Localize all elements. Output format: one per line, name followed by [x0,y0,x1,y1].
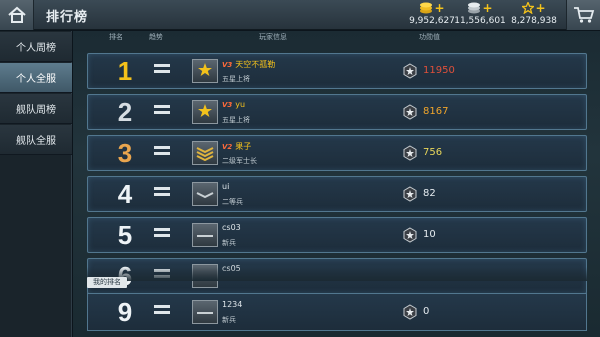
merit-icon [403,63,417,79]
merit-icon [403,304,417,320]
player-name: 1234 [222,300,243,309]
merit-icon [403,104,417,120]
trend-equal-icon [154,146,170,160]
home-icon [7,6,26,23]
my-rank-row[interactable]: 9 1234 新兵 0 [87,293,587,331]
my-rank-tag: 我的排名 [87,277,127,288]
rank-number: 3 [117,138,133,168]
rank-badge-icon [192,182,218,206]
merit-icon [403,145,417,161]
merit-value: 10 [423,229,436,240]
player-title: 二等兵 [222,198,243,206]
table-row[interactable]: 5 cs03 新兵 10 [87,217,587,253]
trend-equal-icon [154,187,170,201]
merit-value: 82 [423,188,436,199]
rank-number: 1 [117,56,133,86]
merit-value: 8167 [423,106,449,117]
rank-badge-icon [192,223,218,247]
player-title: 五星上将 [222,75,250,83]
trend-equal-icon [154,228,170,242]
merit-value: 11950 [423,65,455,76]
rank-number: 2 [117,97,133,127]
coins-icon [420,2,433,14]
silver-icon [468,2,481,14]
silver-currency: + 11,556,601 [450,1,510,29]
star-value: 8,278,938 [511,16,557,26]
page-title: 排行榜 [46,10,89,25]
trend-equal-icon [154,105,170,119]
sidebar: 个人周榜 个人全服 舰队周榜 舰队全服 [0,31,72,337]
player-name: ui [222,182,230,191]
tab-fleet-weekly[interactable]: 舰队周榜 [0,94,72,124]
vip-level: V3 [222,61,233,69]
merit-value: 0 [423,306,430,317]
column-headers: 排名 趋势 玩家信息 功勋值 [73,31,600,43]
star-currency: + 8,278,938 [504,1,564,29]
rank-badge-icon [192,300,218,324]
rank-badge-icon [192,100,218,124]
header-trend: 趋势 [149,33,163,41]
header-merit: 功勋值 [419,33,440,41]
player-title: 二级军士长 [222,157,257,165]
rank-badge-icon [192,59,218,83]
table-row[interactable]: 2 V3 yu 五星上将 8167 [87,94,587,130]
vip-level: V2 [222,143,233,151]
table-row[interactable]: 4 ui 二等兵 82 [87,176,587,212]
table-row[interactable]: 1 V3 天空不孤勒 五星上将 11950 [87,53,587,89]
table-row[interactable]: 3 V2 果子 二级军士长 756 [87,135,587,171]
player-title: 新兵 [222,239,236,247]
add-gold-icon[interactable]: + [434,2,444,14]
top-bar: 排行榜 + 9,952,627 + 11,556,601 + 8,278,938 [0,0,600,30]
merit-value: 756 [423,147,443,158]
player-title: 五星上将 [222,116,250,124]
tab-personal-server[interactable]: 个人全服 [0,63,72,93]
trend-equal-icon [154,64,170,78]
merit-icon [403,186,417,202]
star-icon [522,2,535,14]
tab-fleet-server[interactable]: 舰队全服 [0,125,72,155]
tab-personal-weekly[interactable]: 个人周榜 [0,32,72,62]
list-fade [87,267,587,281]
rank-number: 5 [117,220,133,250]
silver-value: 11,556,601 [454,16,506,26]
home-button[interactable] [0,0,34,30]
rank-number: 9 [117,297,133,327]
cart-icon [573,7,594,23]
trend-equal-icon [154,305,170,319]
shop-button[interactable] [566,0,600,30]
player-name: V2 果子 [222,142,252,151]
header-rank: 排名 [109,33,123,41]
header-player: 玩家信息 [259,33,287,41]
rank-number: 4 [117,179,133,209]
vip-level: V3 [222,101,233,109]
player-name: V3 天空不孤勒 [222,60,276,69]
add-star-icon[interactable]: + [535,2,545,14]
rank-badge-icon [192,141,218,165]
add-silver-icon[interactable]: + [482,2,492,14]
merit-icon [403,227,417,243]
player-name: V3 yu [222,100,246,109]
player-name: cs03 [222,223,241,232]
player-title: 新兵 [222,316,236,324]
ranking-panel: 排名 趋势 玩家信息 功勋值 1 V3 天空不孤勒 五星上将 11950 2 V3… [73,31,600,337]
